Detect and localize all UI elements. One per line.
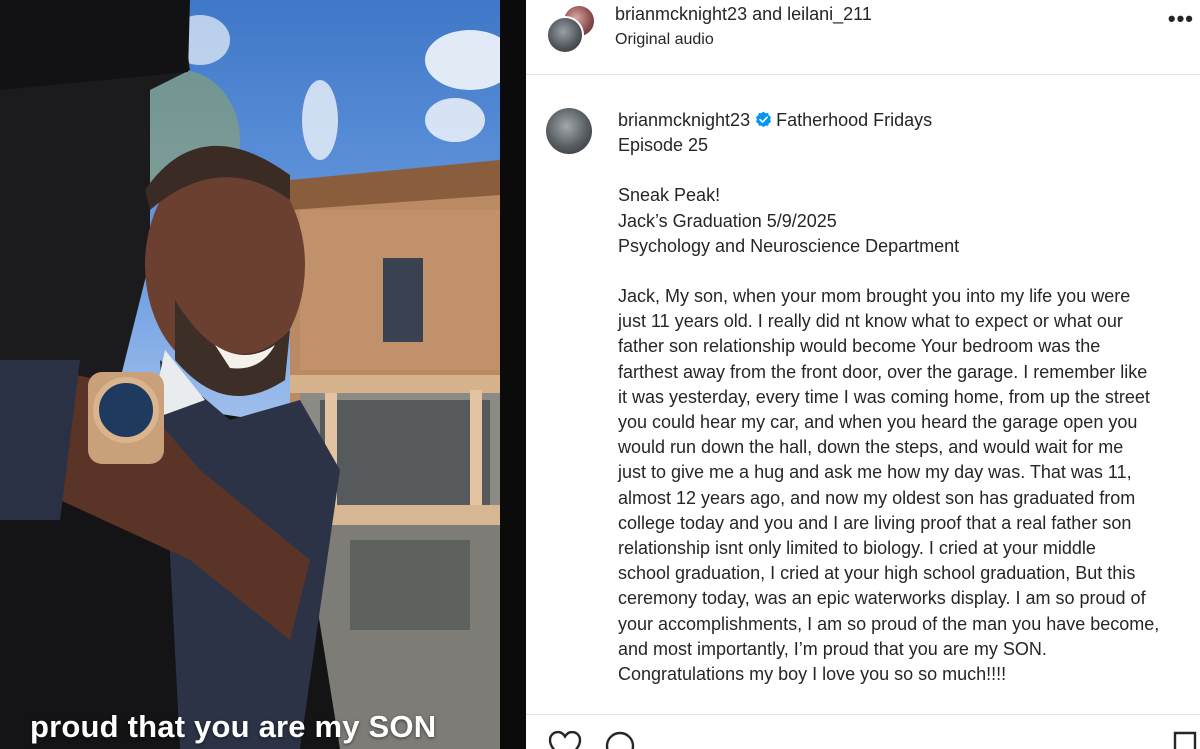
- caption-line: Congratulations my boy I love you so so …: [618, 664, 1007, 685]
- avatar-brianmcknight[interactable]: [546, 16, 584, 54]
- caption-line: Jack, My son, when your mom brought you …: [618, 286, 1131, 307]
- post-panel: brianmcknight23 and leilani_211 Original…: [526, 0, 1200, 749]
- media-divider: [500, 0, 526, 749]
- caption-line: just 11 years old. I really did nt know …: [618, 311, 1123, 332]
- post-header: brianmcknight23 and leilani_211 Original…: [526, 0, 1200, 75]
- comment-icon[interactable]: [604, 731, 638, 749]
- media-photo: [0, 0, 500, 749]
- collab-avatars[interactable]: [546, 4, 596, 54]
- caption-title-row: brianmcknight23 Fatherhood Fridays: [618, 108, 1198, 133]
- collab-usernames[interactable]: brianmcknight23 and leilani_211: [615, 4, 872, 25]
- caption-line: college today and you and I are living p…: [618, 512, 1132, 533]
- caption-line: father son relationship would become You…: [618, 336, 1101, 357]
- caption-line: Jack’s Graduation 5/9/2025: [618, 210, 837, 231]
- caption-line: relationship isnt only limited to biolog…: [618, 538, 1096, 559]
- heart-icon[interactable]: [548, 731, 582, 749]
- caption-username[interactable]: brianmcknight23: [618, 110, 750, 130]
- caption-line: Sneak Peak!: [618, 185, 721, 206]
- caption-line: school graduation, I cried at your high …: [618, 563, 1136, 584]
- more-horizontal-icon[interactable]: •••: [1168, 6, 1194, 32]
- caption-line: your accomplishments, I am so proud of t…: [618, 613, 1160, 634]
- media-overlay-caption: proud that you are my SON: [30, 709, 437, 744]
- audio-link[interactable]: Original audio: [615, 31, 714, 49]
- caption-line: just to give me a hug and ask me how my …: [618, 462, 1132, 483]
- caption-line: ceremony today, was an epic waterworks d…: [618, 588, 1146, 609]
- caption-line: would run down the hall, down the steps,…: [618, 437, 1124, 458]
- caption-avatar[interactable]: [546, 108, 592, 154]
- post-action-bar: [526, 714, 1200, 749]
- post-media[interactable]: proud that you are my SON: [0, 0, 500, 749]
- caption-line: Episode 25: [618, 135, 709, 156]
- caption-series-title: Fatherhood Fridays: [776, 110, 933, 130]
- caption-line: farthest away from the front door, over …: [618, 361, 1148, 382]
- caption-line: Psychology and Neuroscience Department: [618, 235, 960, 256]
- caption-line: almost 12 years ago, and now my oldest s…: [618, 487, 1136, 508]
- caption-line: you could hear my car, and when you hear…: [618, 412, 1138, 433]
- caption-line: it was yesterday, every time I was comin…: [618, 386, 1150, 407]
- caption-line: and most importantly, I’m proud that you…: [618, 638, 1047, 659]
- post-caption: brianmcknight23 Fatherhood Fridays Episod…: [618, 108, 1198, 687]
- bookmark-icon[interactable]: [1172, 731, 1198, 749]
- verified-badge-icon: [756, 111, 772, 128]
